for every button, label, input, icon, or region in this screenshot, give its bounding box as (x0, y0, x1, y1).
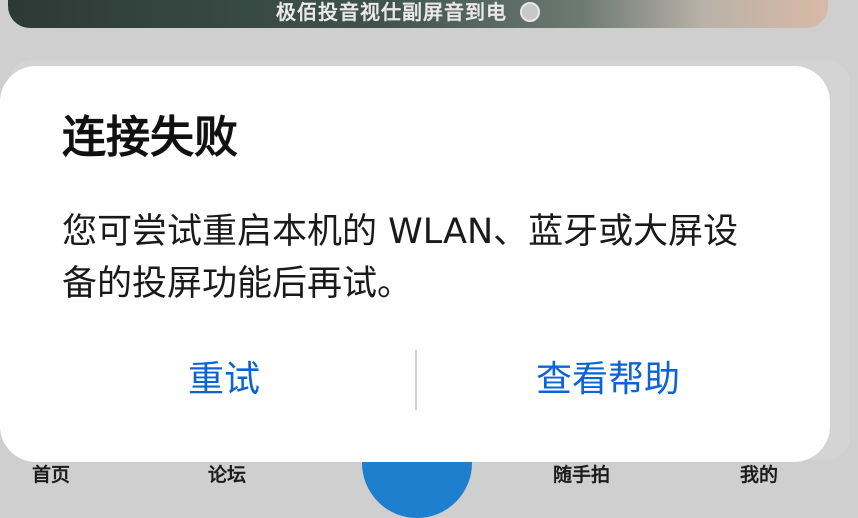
nav-item-snapshot: 随手拍 (553, 464, 611, 486)
dialog-message: 您可尝试重启本机的 WLAN、蓝牙或大屏设备的投屏功能后再试。 (62, 212, 739, 304)
nav-item-home: 首页 (32, 464, 71, 486)
background-banner: 极佰投音视仕副屏音到电 (8, 0, 828, 28)
banner-caption: 极佰投音视仕副屏音到电 (276, 0, 507, 24)
nav-item-mine: 我的 (740, 464, 779, 486)
dialog-actions: 重试 查看帮助 (0, 348, 830, 412)
actions-divider (415, 350, 417, 410)
banner-indicator-icon (520, 2, 540, 22)
nav-item-forum: 论坛 (208, 464, 247, 486)
retry-button[interactable]: 重试 (108, 348, 340, 412)
connection-failed-dialog: 连接失败 您可尝试重启本机的 WLAN、蓝牙或大屏设备的投屏功能后再试。 重试 … (0, 66, 830, 462)
view-help-button[interactable]: 查看帮助 (492, 348, 724, 412)
dialog-title: 连接失败 (62, 112, 238, 163)
